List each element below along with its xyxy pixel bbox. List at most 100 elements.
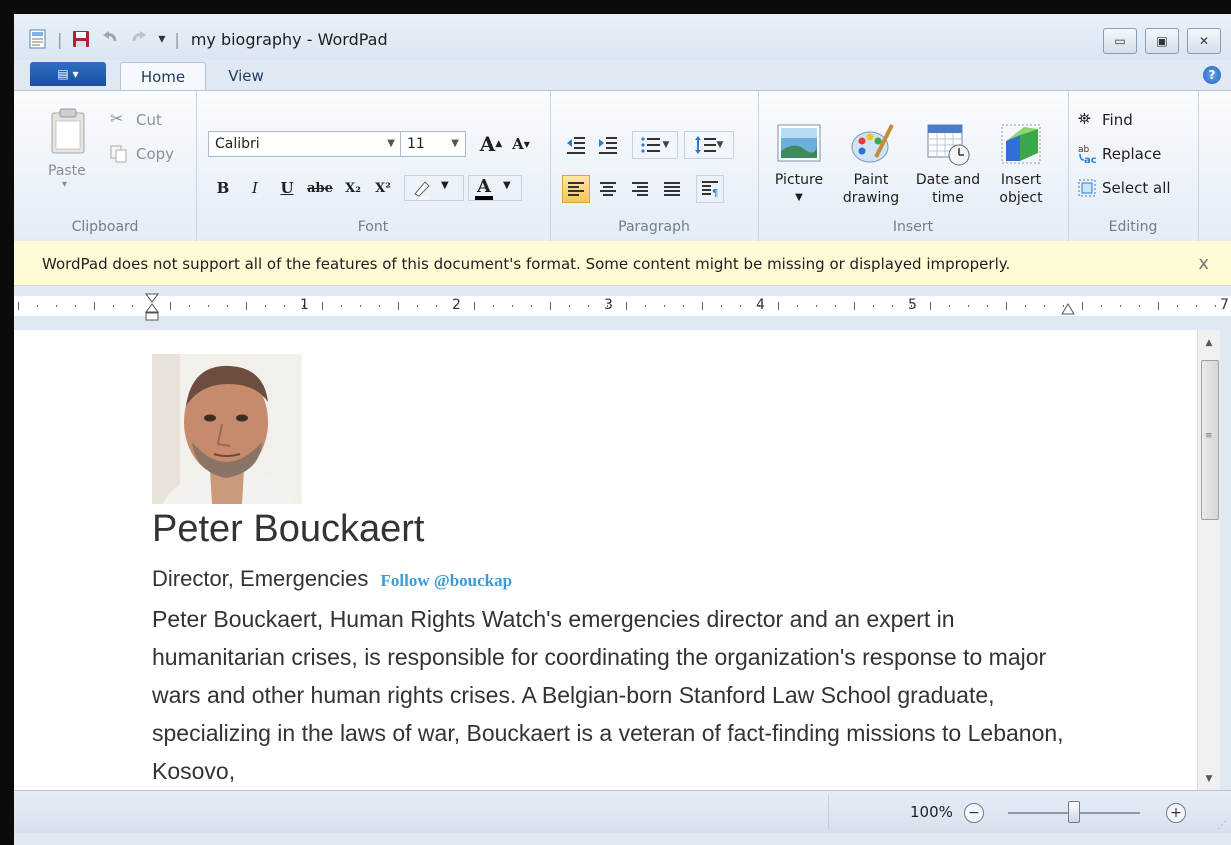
clipboard-group-label: Clipboard	[71, 219, 139, 235]
compatibility-infobar: WordPad does not support all of the feat…	[14, 241, 1231, 286]
font-size-select[interactable]: 11 ▼	[400, 131, 466, 157]
align-right-button[interactable]	[626, 175, 654, 203]
undo-icon[interactable]	[100, 29, 120, 49]
ruler-number-2: 2	[452, 297, 461, 313]
tab-home[interactable]: Home	[120, 62, 206, 91]
chevron-down-icon: ▼	[662, 140, 670, 150]
scroll-down-icon[interactable]: ▼	[1198, 770, 1220, 788]
justify-button[interactable]	[658, 175, 686, 203]
font-family-value: Calibri	[215, 136, 260, 152]
superscript-button[interactable]: X²	[370, 175, 396, 201]
person-role: Director, Emergencies Follow @bouckap	[152, 566, 512, 592]
grip-icon: ≡	[1205, 431, 1213, 441]
resize-grip-icon[interactable]: ⋰	[1217, 820, 1227, 831]
bullets-button[interactable]: ▼	[632, 131, 678, 159]
paragraph-settings-button[interactable]: ¶	[696, 175, 724, 203]
replace-button[interactable]: ab ac Replace	[1078, 143, 1188, 167]
highlight-color-button[interactable]: ▼	[404, 175, 464, 201]
paint-drawing-label-line2: drawing	[842, 190, 900, 206]
ruler-band	[14, 296, 1231, 316]
chevron-down-icon: ▼	[451, 138, 459, 149]
ruler[interactable]: 1 2 3 4 5 7	[14, 286, 1231, 330]
editing-group-label: Editing	[1108, 219, 1158, 235]
ribbon-tabs: ▤ ▾ Home View ?	[14, 60, 1231, 91]
date-time-button[interactable]: Date and time	[912, 109, 984, 213]
shrink-font-label: A	[512, 135, 524, 153]
align-left-button[interactable]	[562, 175, 590, 203]
application-menu-button[interactable]: ▤ ▾	[30, 62, 106, 86]
scissors-icon: ✂	[110, 109, 124, 128]
help-icon[interactable]: ?	[1203, 66, 1221, 84]
svg-text:ab: ab	[1078, 145, 1090, 155]
wordpad-window: | ▾ | my biography - WordPad ▭ ▣ ✕ ▤ ▾ H…	[14, 14, 1231, 845]
indent-marker-icon[interactable]	[144, 292, 160, 322]
subscript-button[interactable]: X₂	[340, 175, 366, 201]
follow-link[interactable]: Follow @bouckap	[381, 571, 513, 590]
font-family-select[interactable]: Calibri ▼	[208, 131, 402, 157]
calendar-clock-icon	[927, 124, 970, 166]
chevron-down-icon: ▼	[441, 180, 449, 191]
shrink-arrow-icon: ▼	[523, 139, 530, 149]
insert-object-button[interactable]: Insert object	[988, 109, 1054, 213]
chevron-down-icon: ▼	[503, 180, 511, 191]
picture-label: Picture	[774, 172, 824, 188]
font-color-button[interactable]: A ▼	[468, 175, 522, 201]
date-time-label-line2: time	[932, 190, 964, 206]
shrink-font-button[interactable]: A ▼	[508, 131, 534, 157]
strikethrough-button[interactable]: abe	[304, 175, 336, 201]
chevron-down-icon: ▼	[795, 192, 803, 203]
wordpad-app-icon[interactable]	[28, 29, 48, 49]
scroll-up-icon[interactable]: ▲	[1198, 334, 1220, 352]
italic-button[interactable]: I	[242, 175, 268, 201]
decrease-indent-button[interactable]	[562, 131, 590, 159]
ruler-ticks	[18, 302, 1216, 310]
decrease-indent-icon	[567, 137, 585, 154]
align-center-icon	[600, 182, 616, 196]
copy-button[interactable]: Copy	[110, 143, 190, 165]
tab-view[interactable]: View	[216, 62, 276, 90]
increase-indent-button[interactable]	[594, 131, 622, 159]
underline-button[interactable]: U	[274, 175, 300, 201]
redo-icon[interactable]	[129, 29, 149, 49]
chevron-down-icon: ▼	[716, 140, 724, 150]
maximize-button[interactable]: ▣	[1145, 28, 1179, 54]
line-spacing-button[interactable]: ▼	[684, 131, 734, 159]
paste-button[interactable]: Paste ▾	[44, 107, 94, 197]
zoom-slider-thumb[interactable]	[1068, 801, 1080, 823]
zoom-in-icon[interactable]: +	[1166, 803, 1186, 823]
scroll-thumb[interactable]: ≡	[1201, 360, 1219, 520]
paint-palette-icon	[851, 124, 894, 163]
document-area[interactable]: Peter Bouckaert Director, Emergencies Fo…	[14, 330, 1197, 790]
minimize-button[interactable]: ▭	[1103, 28, 1137, 54]
paste-icon	[51, 108, 85, 154]
customize-qat-dropdown[interactable]: ▾	[158, 31, 165, 47]
line-spacing-icon	[694, 136, 716, 154]
cut-button[interactable]: ✂ Cut	[110, 109, 190, 131]
status-bar: 100% − + ⋰	[14, 790, 1231, 833]
align-right-icon	[632, 182, 648, 196]
font-color-label: A	[477, 176, 491, 197]
justify-icon	[664, 182, 680, 196]
right-indent-marker-icon[interactable]	[1060, 302, 1076, 316]
role-title: Director, Emergencies	[152, 566, 369, 591]
infobar-message: WordPad does not support all of the feat…	[42, 255, 1011, 273]
zoom-out-icon[interactable]: −	[964, 803, 984, 823]
find-label: Find	[1102, 111, 1133, 129]
infobar-close-icon[interactable]: x	[1198, 253, 1209, 274]
window-controls: ▭ ▣ ✕	[1103, 28, 1221, 54]
title-bar: | ▾ | my biography - WordPad ▭ ▣ ✕	[14, 14, 1231, 60]
grow-font-button[interactable]: A ▲	[478, 131, 504, 157]
picture-icon	[777, 124, 821, 162]
align-center-button[interactable]	[594, 175, 622, 203]
bold-button[interactable]: B	[210, 175, 236, 201]
paint-drawing-button[interactable]: Paint drawing	[836, 109, 906, 213]
save-icon[interactable]	[71, 29, 91, 49]
close-button[interactable]: ✕	[1187, 28, 1221, 54]
vertical-scrollbar[interactable]: ▲ ≡ ▼	[1197, 330, 1220, 790]
insert-picture-button[interactable]: Picture ▼	[766, 109, 832, 213]
ruler-number-7: 7	[1220, 297, 1229, 313]
replace-icon: abac	[1078, 145, 1097, 165]
font-size-value: 11	[407, 136, 425, 152]
find-button[interactable]: ⛯ Find	[1078, 109, 1188, 133]
select-all-button[interactable]: Select all	[1078, 177, 1188, 201]
